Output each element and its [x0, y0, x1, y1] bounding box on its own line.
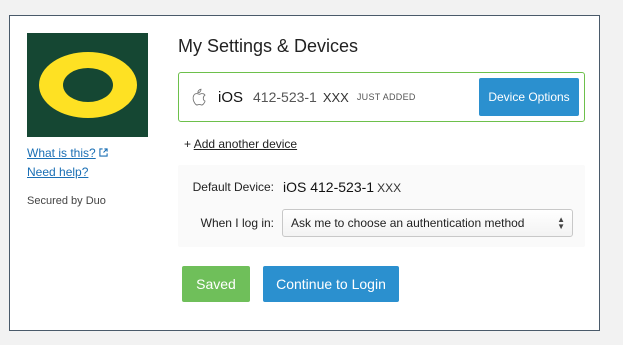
login-method-select[interactable]: Ask me to choose an authentication metho… [282, 209, 573, 237]
secured-by-duo-text: Secured by Duo [27, 195, 106, 207]
page-title: My Settings & Devices [178, 36, 359, 56]
device-card: iOS 412-523-1 XXX JUST ADDED Device Opti… [178, 72, 585, 122]
add-another-device-link[interactable]: Add another device [194, 137, 297, 151]
default-device-row: Default Device: iOS 412-523-1 XXX [178, 179, 401, 195]
add-device-prefix: + [184, 137, 192, 151]
device-masked-digits: XXX [322, 89, 349, 105]
just-added-badge: JUST ADDED [356, 92, 416, 102]
oregon-o-logo-icon [27, 33, 148, 137]
default-device-masked: XXX [377, 181, 402, 195]
login-method-selected-value: Ask me to choose an authentication metho… [291, 216, 525, 230]
duo-prompt-frame: What is this? Need help? Secured by Duo … [9, 15, 600, 331]
continue-to-login-button[interactable]: Continue to Login [263, 266, 399, 302]
device-options-button[interactable]: Device Options [479, 78, 579, 116]
apple-icon [190, 86, 208, 108]
default-device-label: Default Device: [192, 180, 274, 194]
need-help-link[interactable]: Need help? [27, 165, 108, 179]
external-link-icon [99, 146, 108, 160]
add-device-row: + Add another device [184, 137, 297, 151]
default-device-value: iOS 412-523-1 XXX [283, 179, 402, 195]
device-name: iOS [218, 88, 244, 106]
login-method-row: When I log in: Ask me to choose an authe… [178, 209, 573, 237]
what-is-this-link[interactable]: What is this? [27, 146, 108, 160]
help-links: What is this? Need help? [27, 146, 108, 184]
saved-button[interactable]: Saved [182, 266, 250, 302]
device-number: 412-523-1 [253, 89, 317, 105]
select-arrows-icon: ▲ ▼ [557, 215, 565, 231]
login-method-label: When I log in: [200, 216, 274, 230]
settings-panel: Default Device: iOS 412-523-1 XXX When I … [178, 165, 585, 247]
